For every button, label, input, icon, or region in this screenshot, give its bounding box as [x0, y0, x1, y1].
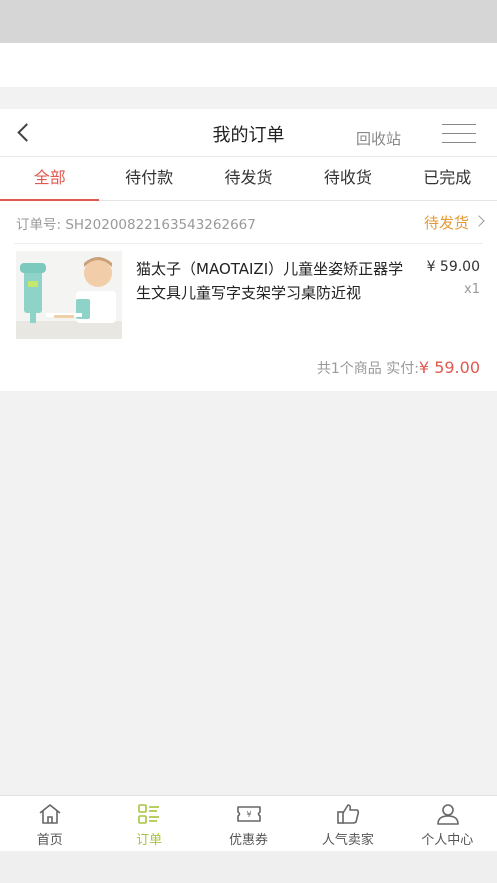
order-header: 订单号: SH20200822163543262667 待发货 — [0, 201, 497, 243]
bottom-nav: 首页 订单 ¥ 优惠券 人气卖家 个人中心 — [0, 795, 497, 851]
home-icon — [39, 804, 61, 824]
thumbs-up-icon — [337, 804, 360, 824]
header-bar: 我的订单 回收站 — [0, 109, 497, 157]
product-image[interactable] — [16, 251, 122, 339]
nav-label: 订单 — [136, 833, 163, 848]
nav-coupons[interactable]: ¥ 优惠券 — [199, 796, 298, 852]
order-summary: 共1个商品 实付:¥ 59.00 — [317, 358, 480, 378]
recycle-bin-link[interactable]: 回收站 — [356, 128, 401, 149]
order-card[interactable]: 订单号: SH20200822163543262667 待发货 猫太子（MAOT… — [0, 201, 497, 391]
bottom-safe-area — [0, 851, 497, 883]
nav-orders[interactable]: 订单 — [99, 796, 198, 852]
divider — [14, 243, 483, 244]
summary-amount: ¥ 59.00 — [418, 358, 480, 377]
menu-icon — [442, 124, 476, 125]
nav-label: 个人中心 — [421, 833, 474, 848]
product-price: ¥ 59.00 — [426, 259, 480, 275]
page-title: 我的订单 — [212, 125, 285, 146]
nav-label: 优惠券 — [228, 833, 268, 848]
top-spacer — [0, 43, 497, 87]
nav-popular-sellers[interactable]: 人气卖家 — [298, 796, 397, 852]
tab-completed[interactable]: 已完成 — [398, 157, 497, 200]
top-gap — [0, 87, 497, 109]
tab-pending-shipment[interactable]: 待发货 — [199, 157, 298, 200]
user-icon — [436, 804, 459, 825]
summary-label: 共1个商品 实付: — [316, 361, 419, 377]
chevron-right-icon — [473, 215, 485, 227]
menu-icon-line — [442, 133, 476, 134]
order-list-icon — [138, 804, 160, 824]
menu-button[interactable] — [440, 123, 476, 145]
order-number: 订单号: SH20200822163543262667 — [16, 217, 256, 233]
menu-icon-line — [442, 142, 476, 143]
tab-pending-payment[interactable]: 待付款 — [99, 157, 198, 200]
order-status: 待发货 — [423, 214, 469, 232]
nav-profile[interactable]: 个人中心 — [398, 796, 497, 852]
tab-pending-receipt[interactable]: 待收货 — [298, 157, 397, 200]
order-tabs: 全部 待付款 待发货 待收货 已完成 — [0, 157, 497, 201]
svg-text:¥: ¥ — [246, 810, 251, 819]
product-quantity: x1 — [464, 282, 480, 297]
status-bar — [0, 0, 497, 43]
nav-label: 人气卖家 — [321, 833, 374, 848]
tab-all[interactable]: 全部 — [0, 157, 100, 201]
product-photo-graphic — [16, 251, 122, 339]
coupon-icon: ¥ — [236, 806, 261, 822]
nav-label: 首页 — [36, 833, 63, 848]
product-name[interactable]: 猫太子（MAOTAIZI）儿童坐姿矫正器学生文具儿童写字支架学习桌防近视 — [136, 257, 412, 305]
nav-home[interactable]: 首页 — [0, 796, 99, 852]
